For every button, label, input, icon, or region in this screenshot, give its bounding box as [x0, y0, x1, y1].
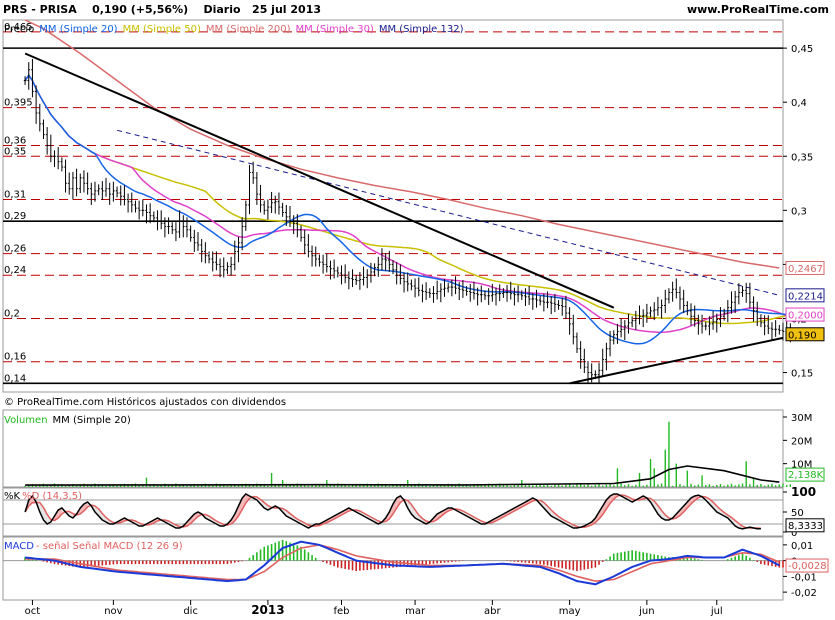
stochastic-axis-tick-label: 50 — [791, 508, 804, 519]
last-price-value: 0,190 — [788, 330, 817, 341]
x-axis-tick-label: 2013 — [251, 603, 284, 617]
price-legend-item: MM (Simple 30) — [296, 24, 374, 35]
ma30-last-value: 0,2000 — [788, 311, 823, 322]
price-level-label: 0,24 — [4, 265, 26, 276]
footer-note: © ProRealTime.com Históricos ajustados c… — [4, 396, 286, 408]
macd-axis-tick-label: -0,02 — [791, 588, 817, 599]
price-axis-tick-label: 0,45 — [791, 44, 813, 55]
price-level-label: 0,395 — [4, 98, 33, 109]
x-axis-tick-label: oct — [25, 606, 41, 617]
stochastic-axis-tick-label: 100 — [791, 485, 816, 499]
volume-legend-item: Volumen — [4, 415, 48, 426]
price-level-label: 0,35 — [4, 146, 26, 157]
price-level-label: 0,2 — [4, 308, 20, 319]
price-legend-item: MM (Simple 200) — [206, 24, 291, 35]
price-level-label: 0,16 — [4, 352, 26, 363]
price-legend-item: MM (Simple 132) — [379, 24, 464, 35]
macd-last-value: -0,0028 — [788, 561, 827, 572]
x-axis-tick-label: jul — [710, 606, 723, 617]
macd-legend-item: - señal Señal MACD (12 26 9) — [36, 541, 183, 552]
x-axis-tick-label: nov — [104, 606, 122, 617]
macd-legend-item: MACD — [4, 541, 34, 552]
ma132-last-value: 0,2214 — [788, 291, 823, 302]
price-axis-tick-label: 0,4 — [791, 98, 807, 109]
ma200-last-value: 0,2467 — [788, 264, 823, 275]
stochastic-legend-item: %D (14,3,5) — [22, 491, 82, 502]
stochastic-legend-item: %K — [4, 491, 21, 502]
price-level-label: 0,36 — [4, 135, 26, 146]
price-axis-tick-label: 0,15 — [791, 369, 813, 380]
price-level-label: 0,31 — [4, 190, 26, 201]
price-panel — [2, 19, 784, 393]
x-axis-tick-label: dic — [183, 606, 198, 617]
x-axis-tick-label: mar — [405, 606, 426, 617]
price-axis-tick-label: 0,3 — [791, 206, 807, 217]
x-axis-tick-label: abr — [484, 606, 501, 617]
chart-canvas: 0,4650,3950,360,350,310,290,260,240,20,1… — [2, 19, 829, 617]
price-legend-item: MM (Simple 50) — [123, 24, 201, 35]
stochastic-last-value: 8,3333 — [788, 521, 823, 532]
price-level-label: 0,14 — [4, 373, 26, 384]
price-level-label: 0,26 — [4, 244, 26, 255]
chart-window: PRS - PRISA 0,190 (+5,56%) Diario 25 jul… — [0, 0, 835, 620]
volume-legend-item: MM (Simple 20) — [53, 415, 131, 426]
macd-axis-tick-label: -0,01 — [791, 572, 817, 583]
volume-axis-tick-label: 20M — [791, 436, 812, 447]
volume-last-value: 2,138K — [788, 470, 824, 481]
price-legend-item: Precio — [4, 24, 34, 35]
macd-axis-tick-label: 0,01 — [791, 541, 813, 552]
x-axis-tick-label: may — [559, 606, 581, 617]
price-level-label: 0,29 — [4, 211, 26, 222]
x-axis-tick-label: jun — [638, 606, 654, 617]
x-axis-tick-label: feb — [333, 606, 349, 617]
volume-axis-tick-label: 30M — [791, 413, 812, 424]
price-legend-item: MM (Simple 20) — [39, 24, 117, 35]
price-axis-tick-label: 0,35 — [791, 152, 813, 163]
